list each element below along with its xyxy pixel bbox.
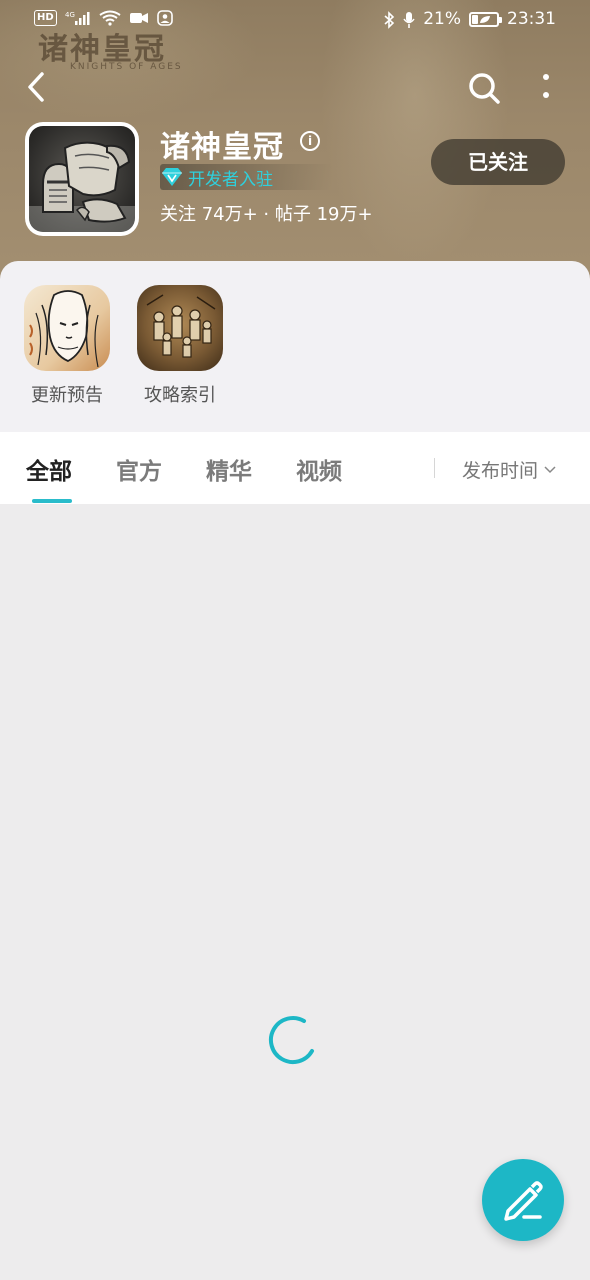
tab-featured[interactable]: 精华 xyxy=(206,452,252,486)
game-avatar[interactable] xyxy=(25,122,139,236)
battle-scene-icon xyxy=(137,285,223,371)
camera-icon xyxy=(129,10,149,26)
quick-links-panel: 更新预告 攻略索引 xyxy=(0,261,590,436)
quick-link-update-preview[interactable]: 更新预告 xyxy=(12,285,122,407)
profile-icon xyxy=(156,10,173,26)
hd-icon: HD xyxy=(34,10,57,26)
quick-link-label: 攻略索引 xyxy=(144,385,216,406)
status-bar: HD 4G 21% 23:31 xyxy=(0,0,590,40)
clock: 23:31 xyxy=(507,9,556,29)
compose-post-button[interactable] xyxy=(482,1159,564,1241)
back-arrow-icon xyxy=(28,72,44,102)
tab-indicator xyxy=(32,499,72,503)
developer-badge: 开发者入驻 xyxy=(160,164,333,190)
search-button[interactable] xyxy=(464,68,504,108)
sort-dropdown[interactable]: 发布时间 xyxy=(462,456,556,483)
tabs-divider xyxy=(434,458,435,478)
chevron-down-icon xyxy=(544,465,556,473)
loading-spinner-icon xyxy=(268,1015,320,1067)
elf-portrait-icon xyxy=(24,285,110,371)
info-icon[interactable]: i xyxy=(300,131,320,151)
more-vertical-icon xyxy=(543,74,549,98)
diamond-icon xyxy=(162,168,182,186)
tab-official[interactable]: 官方 xyxy=(116,452,162,486)
back-button[interactable] xyxy=(22,68,58,106)
sort-label: 发布时间 xyxy=(462,460,539,482)
quick-link-strategy-index[interactable]: 攻略索引 xyxy=(125,285,235,407)
tab-video[interactable]: 视频 xyxy=(296,452,342,486)
header-art xyxy=(320,0,510,270)
microphone-icon xyxy=(403,11,415,28)
game-title: 诸神皇冠 xyxy=(160,130,284,165)
edit-pen-icon xyxy=(504,1181,543,1221)
svg-text:4G: 4G xyxy=(65,11,75,19)
quick-link-label: 更新预告 xyxy=(31,385,103,406)
watermark-subtitle: KNIGHTS OF AGES xyxy=(70,62,183,72)
follow-button[interactable]: 已关注 xyxy=(431,139,565,185)
battery-percent: 21% xyxy=(423,9,461,29)
search-icon xyxy=(469,73,500,104)
wifi-icon xyxy=(99,10,121,26)
bluetooth-icon xyxy=(383,11,395,29)
game-header: 诸神皇冠 KNIGHTS OF AGES HD 4G 21% 23:31 诸神皇… xyxy=(0,0,590,290)
developer-badge-label: 开发者入驻 xyxy=(188,169,273,190)
tab-all[interactable]: 全部 xyxy=(26,452,72,486)
more-button[interactable] xyxy=(532,68,560,108)
armor-icon xyxy=(29,126,135,232)
feed-tabs: 全部 官方 精华 视频 发布时间 xyxy=(0,432,590,504)
game-stats: 关注 74万+ · 帖子 19万+ xyxy=(160,204,373,225)
battery-icon xyxy=(469,11,502,27)
signal-icon: 4G xyxy=(65,10,91,26)
